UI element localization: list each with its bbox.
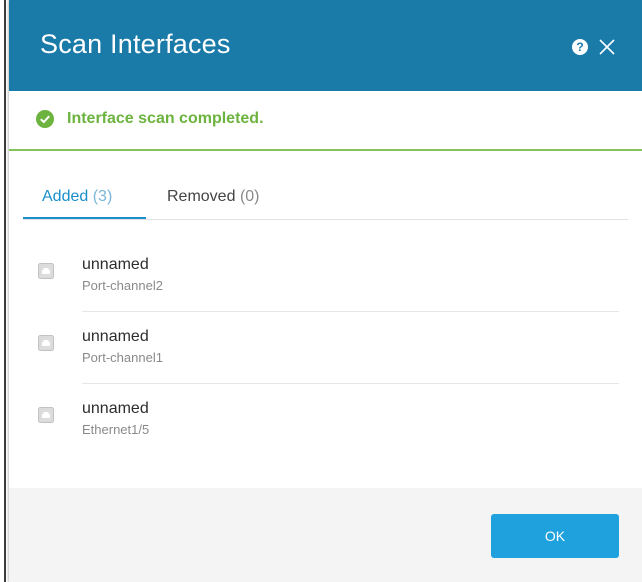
status-banner: Interface scan completed. <box>9 91 642 151</box>
scan-interfaces-dialog: Scan Interfaces ? Interface scan complet… <box>9 0 642 582</box>
active-tab-indicator <box>23 217 146 219</box>
list-item: unnamed Port-channel1 <box>38 312 619 384</box>
tab-removed-label: Removed <box>167 188 236 205</box>
dialog-footer: OK <box>9 488 642 582</box>
list-item: unnamed Port-channel2 <box>38 240 619 312</box>
close-icon[interactable] <box>596 36 618 58</box>
check-circle-icon <box>36 110 54 128</box>
interface-name: unnamed <box>82 256 149 273</box>
interface-port: Ethernet1/5 <box>82 422 150 437</box>
list-item: unnamed Ethernet1/5 <box>38 384 619 456</box>
interface-port: Port-channel2 <box>82 278 163 293</box>
tab-bar: Added (3) Removed (0) <box>23 151 628 220</box>
dialog-header: Scan Interfaces ? <box>9 0 642 91</box>
interface-list: unnamed Port-channel2 unnamed Port-chann… <box>38 240 619 456</box>
ok-button[interactable]: OK <box>491 514 619 558</box>
backdrop-edge <box>4 0 6 582</box>
status-message: Interface scan completed. <box>67 110 264 127</box>
interface-name: unnamed <box>82 328 149 345</box>
help-icon[interactable]: ? <box>572 39 588 55</box>
tab-added-label: Added <box>42 188 89 205</box>
tab-added-count: (3) <box>92 188 113 205</box>
tab-removed[interactable]: Removed (0) <box>167 188 260 206</box>
dialog-title: Scan Interfaces <box>40 29 231 59</box>
ethernet-port-icon <box>38 335 54 351</box>
ethernet-port-icon <box>38 407 54 423</box>
ethernet-port-icon <box>38 263 54 279</box>
tab-added[interactable]: Added (3) <box>42 188 112 206</box>
interface-name: unnamed <box>82 400 149 417</box>
interface-port: Port-channel1 <box>82 350 163 365</box>
tab-removed-count: (0) <box>239 188 260 205</box>
